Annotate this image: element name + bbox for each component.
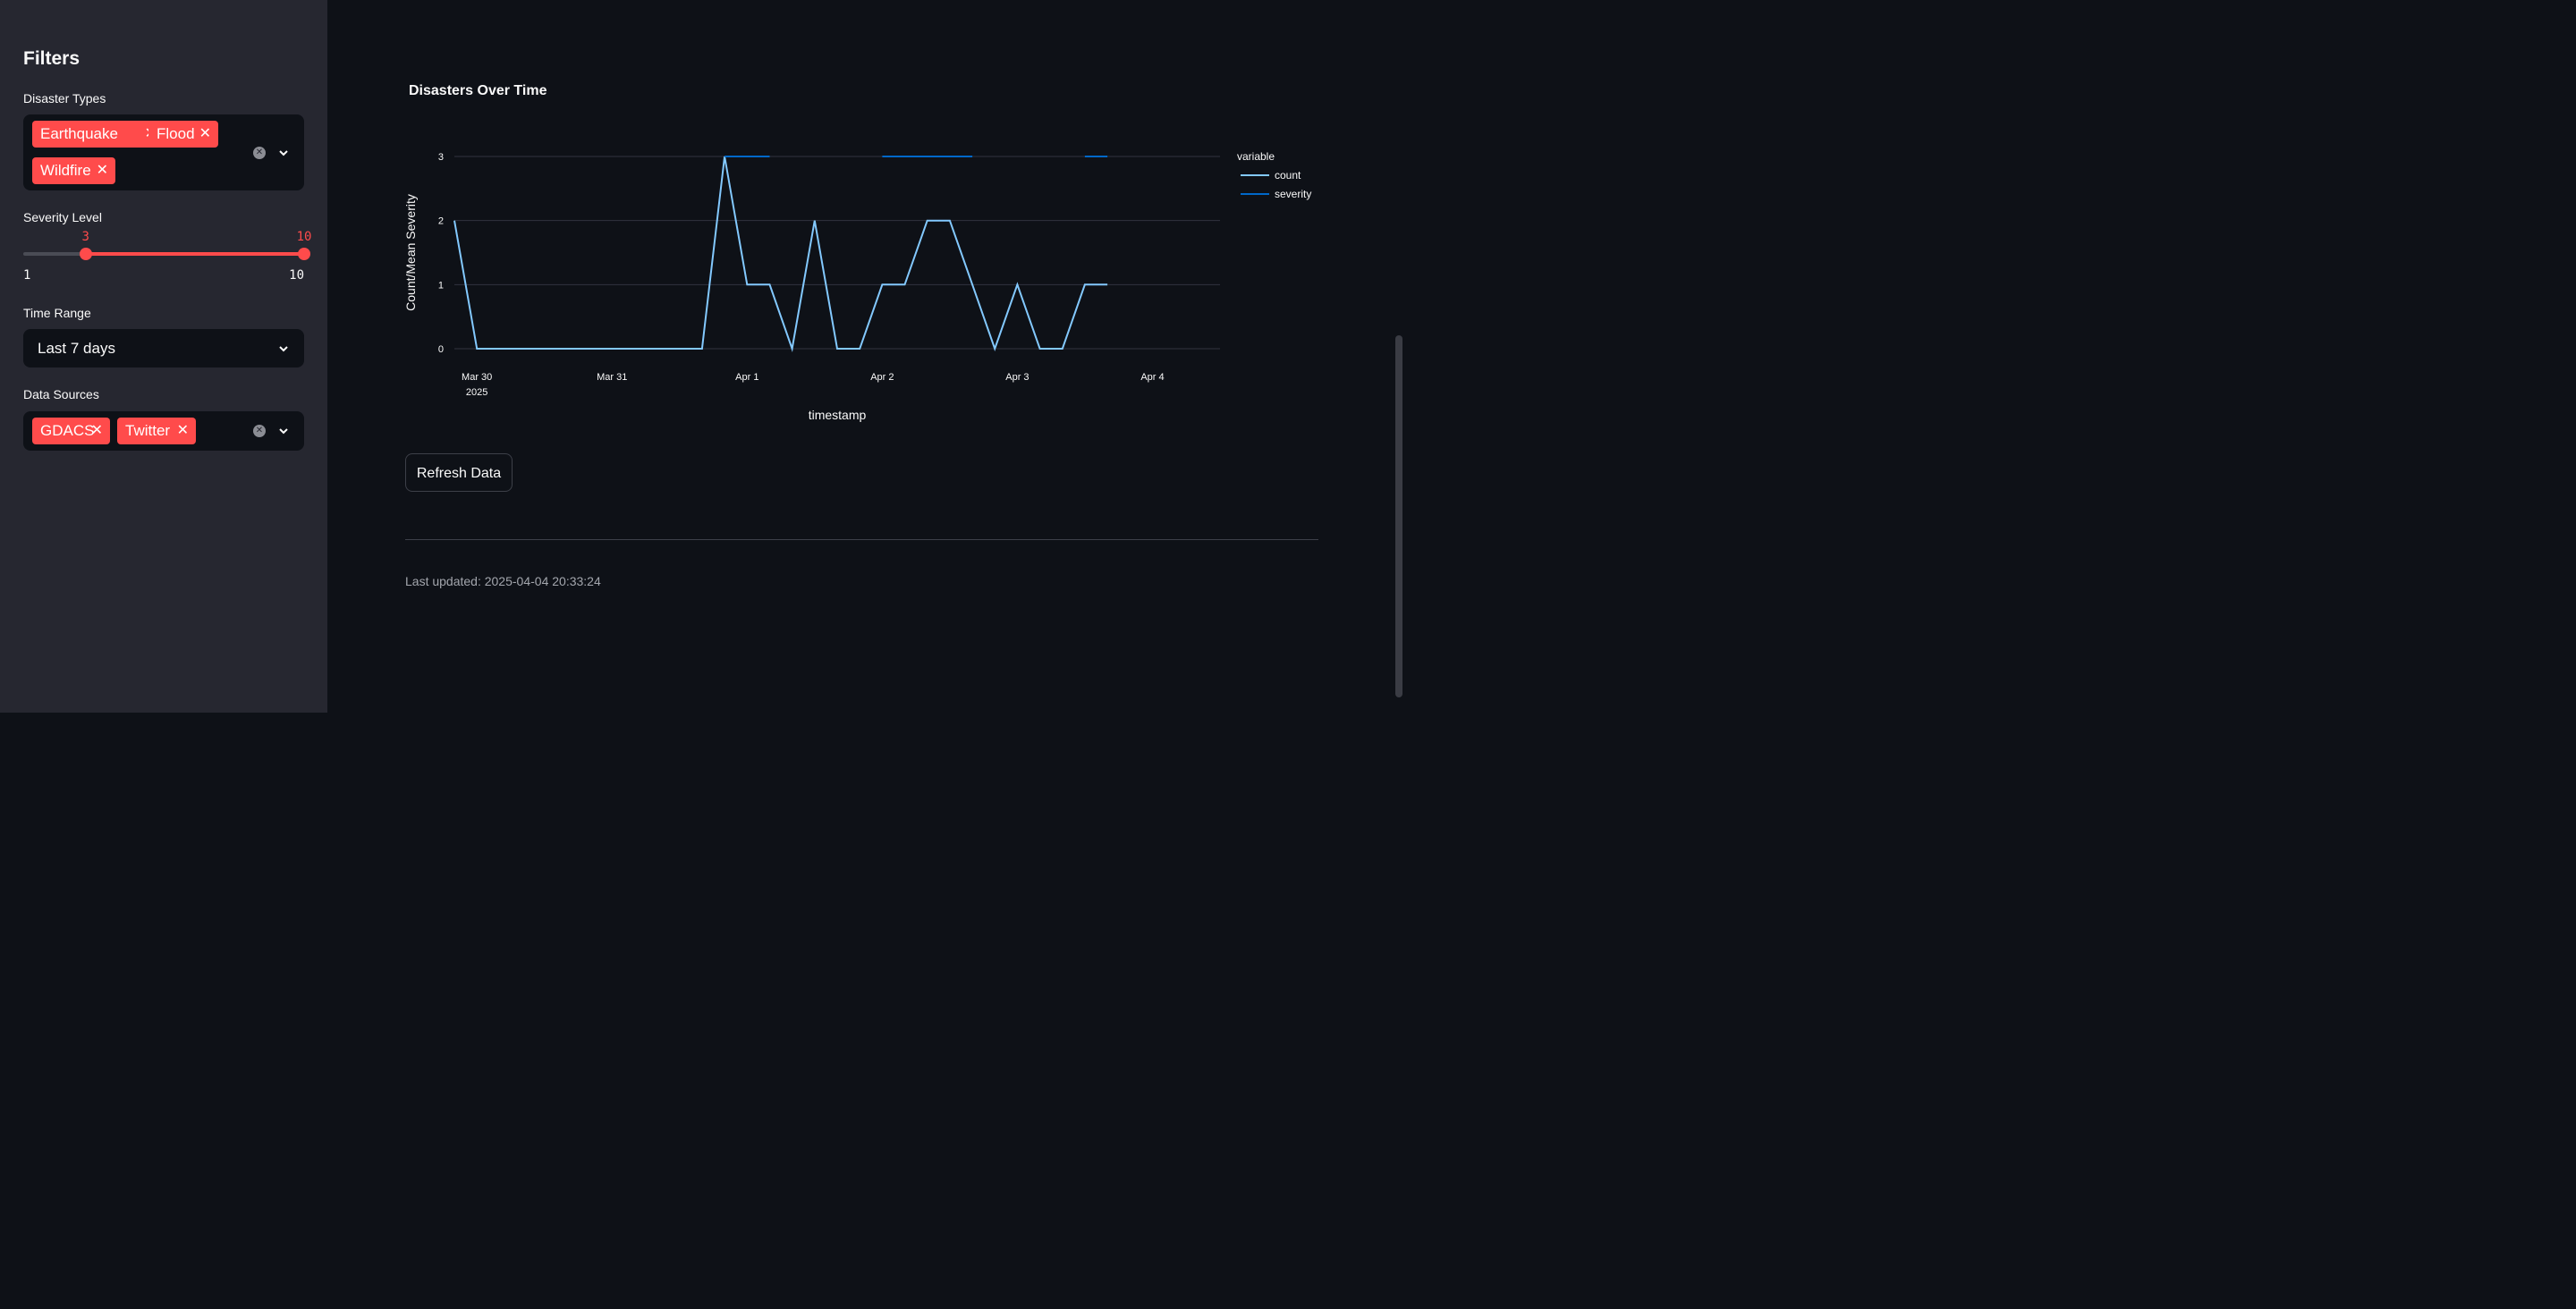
series-line-count: [453, 156, 1108, 352]
disaster-types-label: Disaster Types: [23, 91, 106, 106]
y-tick-label: 2: [438, 216, 444, 227]
divider: [405, 539, 1318, 540]
slider-min-label: 1: [23, 268, 31, 283]
chevron-down-icon[interactable]: [277, 425, 290, 437]
slider-handle-low[interactable]: [79, 248, 92, 260]
slider-high-value: 10: [296, 230, 312, 244]
sidebar: Filters Disaster Types Earthquake ✕ Floo…: [0, 0, 327, 713]
clear-all-icon[interactable]: ✕: [253, 425, 266, 437]
x-tick-label: Apr 3: [1005, 372, 1029, 383]
x-tick-label: Mar 30: [462, 372, 492, 383]
tag-label: Twitter: [125, 422, 171, 439]
x-axis-label: timestamp: [809, 408, 867, 422]
x-tick-label: Apr 2: [870, 372, 894, 383]
slider-handle-high[interactable]: [298, 248, 310, 260]
remove-tag-icon[interactable]: ✕: [177, 418, 189, 444]
x-tick-label: Apr 1: [735, 372, 758, 383]
sidebar-title: Filters: [23, 48, 80, 69]
tag-label: GDACS: [40, 422, 95, 439]
tag-label: Wildfire: [40, 162, 91, 179]
chart-series: [453, 156, 1108, 352]
chevron-down-icon[interactable]: [277, 147, 290, 159]
clear-all-icon[interactable]: ✕: [253, 147, 266, 159]
tag-wildfire: Wildfire ✕: [32, 157, 115, 184]
tag-label: Earthquake: [40, 125, 118, 142]
data-sources-label: Data Sources: [23, 387, 99, 401]
slider-low-value: 3: [81, 230, 89, 244]
remove-tag-icon[interactable]: ✕: [91, 418, 103, 444]
time-range-label: Time Range: [23, 306, 91, 320]
x-axis-ticks: Mar 30 2025 Mar 31 Apr 1 Apr 2 Apr 3 Apr 4: [462, 372, 1165, 398]
tag-flood: Flood ✕: [148, 121, 218, 148]
tag-gdacs: GDACS ✕: [32, 418, 110, 444]
y-axis-label: Count/Mean Severity: [403, 194, 418, 311]
scrollbar[interactable]: [1395, 335, 1402, 697]
time-range-value: Last 7 days: [38, 340, 115, 357]
data-sources-multiselect[interactable]: GDACS ✕ Twitter ✕ ✕: [23, 411, 304, 451]
y-tick-label: 1: [438, 280, 444, 291]
disaster-types-multiselect[interactable]: Earthquake ✕ Flood ✕ Wildfire ✕ ✕: [23, 114, 304, 190]
severity-slider[interactable]: 3 10 1 10: [23, 229, 312, 286]
legend-title: variable: [1237, 150, 1275, 163]
tag-label: Flood: [157, 125, 195, 142]
tag-earthquake: Earthquake ✕: [32, 121, 164, 148]
remove-tag-icon[interactable]: ✕: [199, 121, 211, 148]
chart-gridlines: [454, 156, 1220, 350]
last-updated-text: Last updated: 2025-04-04 20:33:24: [405, 574, 601, 588]
remove-tag-icon[interactable]: ✕: [97, 157, 108, 184]
chart-title: Disasters Over Time: [409, 83, 547, 98]
legend-item-label[interactable]: severity: [1275, 188, 1311, 200]
chart-legend: variable count severity: [1237, 150, 1311, 200]
x-tick-label: Apr 4: [1140, 372, 1164, 383]
legend-item-label[interactable]: count: [1275, 169, 1301, 182]
y-tick-label: 3: [438, 152, 444, 163]
chevron-down-icon[interactable]: [277, 342, 290, 355]
severity-label: Severity Level: [23, 210, 102, 224]
refresh-data-button[interactable]: Refresh Data: [405, 453, 513, 492]
slider-max-label: 10: [289, 268, 304, 283]
y-axis-ticks: 0 1 2 3: [438, 152, 444, 355]
y-tick-label: 0: [438, 344, 444, 355]
tag-twitter: Twitter ✕: [117, 418, 196, 444]
slider-range-fill: [85, 252, 304, 256]
x-tick-label: Mar 31: [597, 372, 627, 383]
x-tick-sublabel: 2025: [466, 387, 487, 398]
line-chart[interactable]: 0 1 2 3 Mar 30 2025 Mar 31 Apr 1 Apr 2 Apr 3 Apr …: [394, 125, 1386, 429]
time-range-select[interactable]: Last 7 days: [23, 329, 304, 367]
